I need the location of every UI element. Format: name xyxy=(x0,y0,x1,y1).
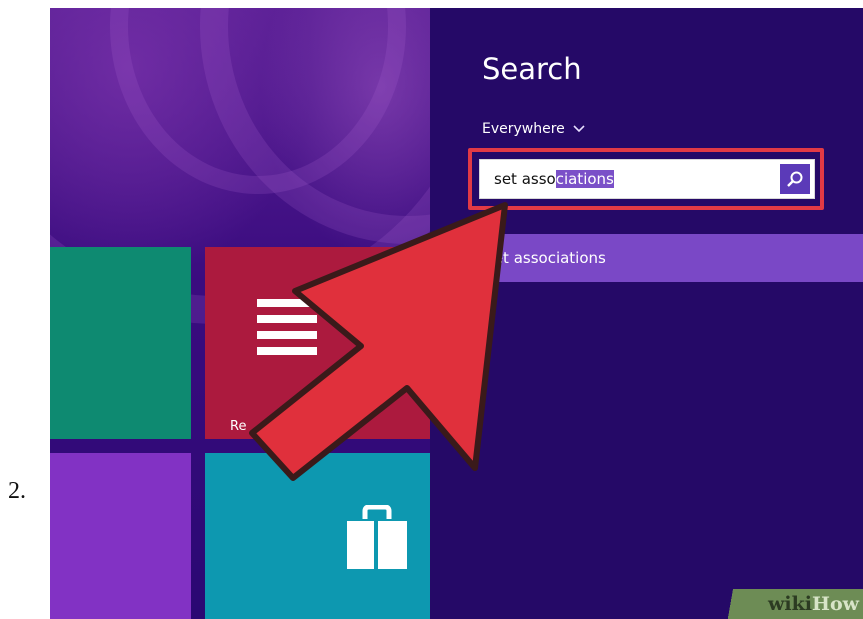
windows-screenshot: Re Search Everywhere set associations se… xyxy=(50,8,863,619)
pointer-arrow-icon xyxy=(249,202,508,481)
step-number: 2. xyxy=(8,478,26,504)
wikihow-logo: wikiHow xyxy=(768,593,859,615)
wikihow-logo-wiki: wiki xyxy=(768,593,813,615)
wikihow-watermark: wikiHow xyxy=(718,589,863,619)
wikihow-logo-how: How xyxy=(812,593,859,615)
